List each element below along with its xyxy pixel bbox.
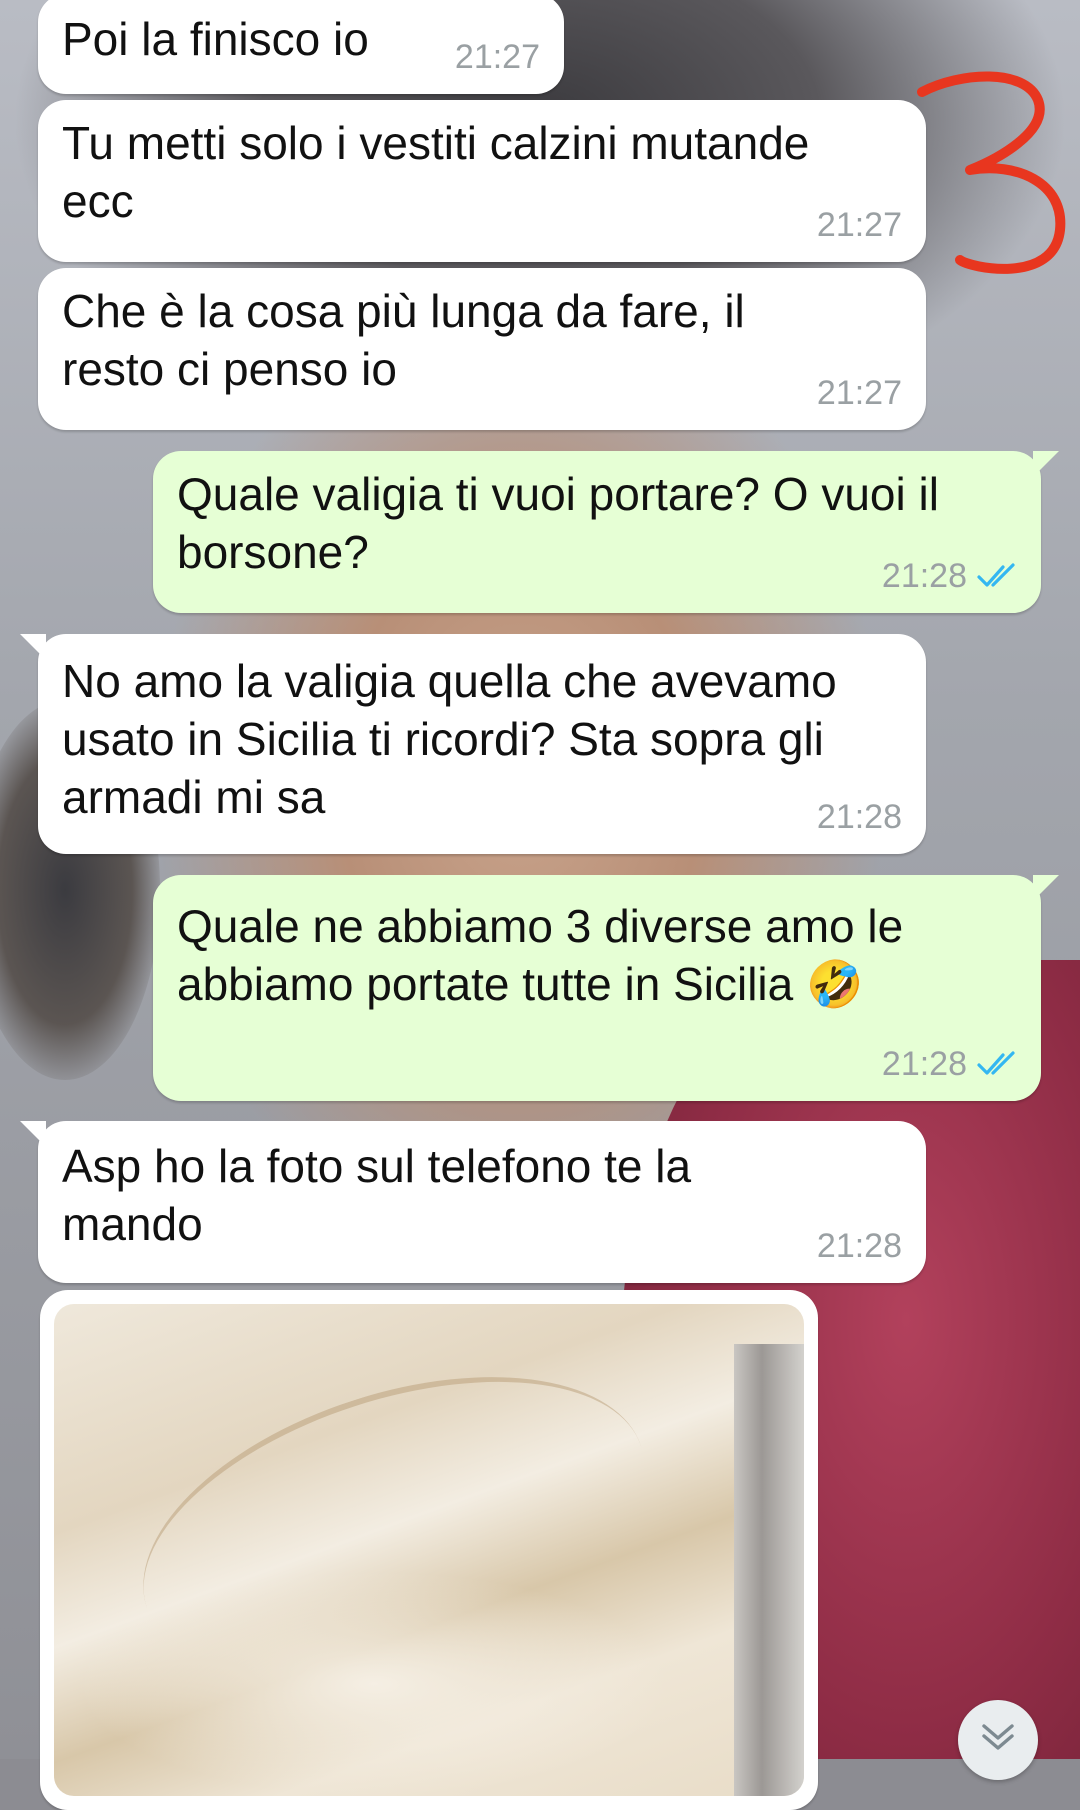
image-message-bubble[interactable]: [40, 1290, 818, 1810]
message-meta: 21:27: [817, 364, 902, 422]
photo-fabric-fold: [105, 1320, 683, 1734]
message-meta: 21:27: [817, 196, 902, 254]
message-text: Che è la cosa più lunga da fare, il rest…: [62, 285, 745, 395]
message-text: No amo la valigia quella che avevamo usa…: [62, 655, 837, 823]
bubble-tail: [1033, 875, 1059, 901]
bubble-tail: [20, 1121, 46, 1147]
message-photo[interactable]: [54, 1304, 804, 1796]
message-text: Tu metti solo i vestiti calzini mutande …: [62, 117, 810, 227]
message-meta: 21:27: [455, 28, 540, 86]
message-time: 21:28: [881, 1045, 967, 1083]
message-meta: 21:28: [817, 1217, 902, 1275]
message-bubble-incoming[interactable]: No amo la valigia quella che avevamo usa…: [20, 634, 926, 854]
chevron-double-down-icon: [982, 1724, 1014, 1750]
message-text: Quale ne abbiamo 3 diverse amo le abbiam…: [177, 900, 904, 1010]
photo-door-frame: [734, 1344, 804, 1796]
message-time: 21:27: [816, 206, 902, 244]
bubble-tail: [20, 634, 46, 660]
message-meta: 21:28: [882, 1035, 1017, 1093]
message-meta: 21:28: [817, 788, 902, 846]
message-time: 21:28: [881, 557, 967, 595]
annotation-number-3: [917, 71, 1066, 274]
message-bubble-incoming[interactable]: Asp ho la foto sul telefono te la mando …: [20, 1121, 926, 1283]
message-bubble-incoming[interactable]: Che è la cosa più lunga da fare, il rest…: [38, 268, 926, 430]
message-bubble-incoming[interactable]: Poi la finisco io 21:27: [38, 0, 564, 94]
message-text: Asp ho la foto sul telefono te la mando: [62, 1140, 692, 1250]
message-bubble-outgoing[interactable]: Quale ne abbiamo 3 diverse amo le abbiam…: [153, 875, 1059, 1101]
message-bubble-incoming[interactable]: Tu metti solo i vestiti calzini mutande …: [38, 100, 926, 262]
message-bubble-outgoing[interactable]: Quale valigia ti vuoi portare? O vuoi il…: [153, 451, 1059, 613]
message-meta: 21:28: [882, 547, 1017, 605]
bubble-tail: [1033, 451, 1059, 477]
message-time: 21:28: [816, 1227, 902, 1265]
scroll-to-bottom-button[interactable]: [958, 1700, 1038, 1780]
double-check-icon: [977, 1051, 1017, 1077]
message-time: 21:27: [816, 374, 902, 412]
message-time: 21:27: [454, 38, 540, 76]
double-check-icon: [977, 563, 1017, 589]
message-time: 21:28: [816, 798, 902, 836]
